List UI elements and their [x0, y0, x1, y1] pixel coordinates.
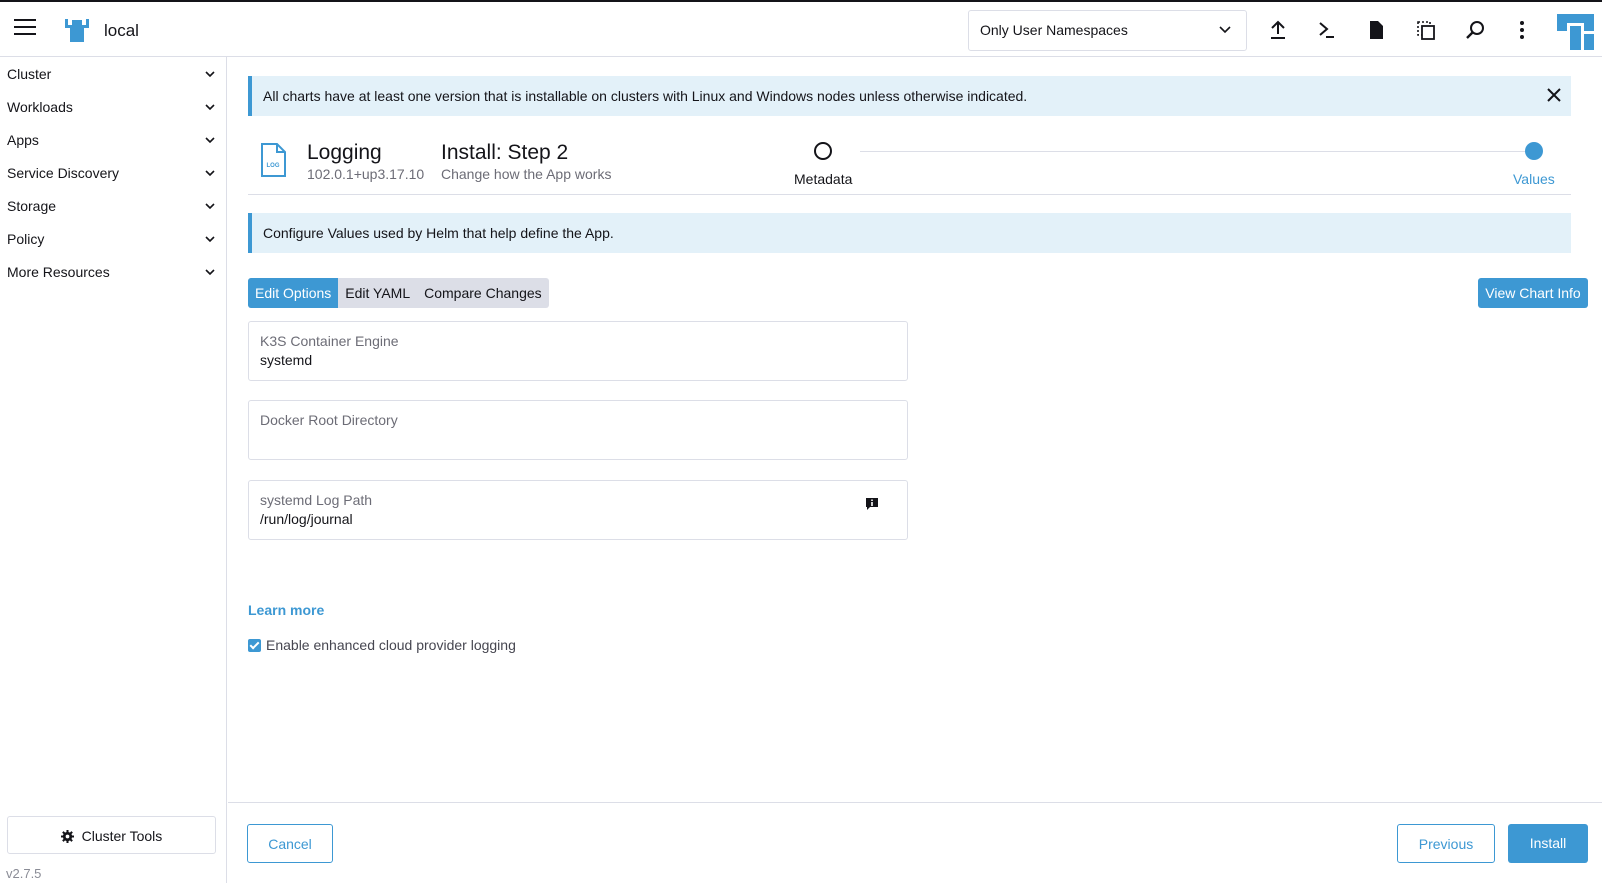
sidebar-item-more-resources[interactable]: More Resources — [0, 255, 226, 288]
kebab-icon[interactable] — [1510, 18, 1534, 42]
sidebar: Cluster Workloads Apps Service Discovery… — [0, 57, 227, 883]
step-title: Install: Step 2 — [441, 141, 569, 164]
cluster-tools-label: Cluster Tools — [81, 828, 163, 844]
upload-icon[interactable] — [1266, 18, 1290, 42]
sidebar-item-storage[interactable]: Storage — [0, 189, 226, 222]
namespace-select-value: Only User Namespaces — [980, 22, 1128, 38]
top-bar: local Only User Namespaces — [0, 0, 1602, 57]
info-banner: All charts have at least one version tha… — [248, 76, 1571, 116]
tab-group: Edit Options Edit YAML Compare Changes — [248, 278, 549, 308]
chevron-down-icon — [205, 104, 215, 111]
chart-name: Logging — [307, 141, 382, 164]
view-chart-info-button[interactable]: View Chart Info — [1478, 278, 1588, 308]
close-icon[interactable] — [1547, 88, 1561, 102]
field-label: systemd Log Path — [260, 492, 373, 508]
field-label: Docker Root Directory — [260, 412, 398, 428]
learn-more-link[interactable]: Learn more — [248, 602, 324, 618]
main-content: All charts have at least one version tha… — [228, 57, 1602, 883]
menu-icon[interactable] — [14, 19, 36, 39]
tab-compare-changes[interactable]: Compare Changes — [417, 278, 549, 308]
stepper-line — [860, 151, 1525, 152]
tab-edit-options[interactable]: Edit Options — [248, 278, 339, 308]
avatar[interactable] — [1557, 14, 1594, 50]
chart-icon-text: LOG — [267, 163, 280, 169]
banner-text: All charts have at least one version tha… — [263, 88, 1028, 104]
chevron-down-icon — [205, 71, 215, 78]
step-subtitle: Change how the App works — [441, 166, 612, 182]
sidebar-item-label: Policy — [7, 231, 45, 247]
version-label: v2.7.5 — [6, 866, 42, 881]
terminal-icon[interactable] — [1315, 18, 1339, 42]
sidebar-item-label: More Resources — [7, 264, 110, 280]
file-icon[interactable] — [1364, 18, 1388, 42]
sidebar-item-label: Apps — [7, 132, 39, 148]
footer: Cancel Previous Install — [228, 802, 1602, 883]
copy-icon[interactable] — [1414, 18, 1438, 42]
cluster-logo-icon[interactable] — [63, 16, 91, 44]
sidebar-item-label: Cluster — [7, 66, 52, 82]
chevron-down-icon — [205, 236, 215, 243]
sidebar-item-label: Storage — [7, 198, 57, 214]
cancel-button[interactable]: Cancel — [247, 824, 333, 863]
chevron-down-icon — [205, 170, 215, 177]
previous-button[interactable]: Previous — [1397, 824, 1495, 863]
systemd-log-path-field[interactable]: systemd Log Path /run/log/journal — [248, 480, 908, 540]
field-label: K3S Container Engine — [260, 333, 399, 349]
step-metadata-label[interactable]: Metadata — [794, 171, 852, 187]
helm-values-banner: Configure Values used by Helm that help … — [248, 213, 1571, 253]
field-value: systemd — [260, 352, 313, 368]
step-values-dot[interactable] — [1525, 142, 1543, 160]
step-values-label[interactable]: Values — [1513, 171, 1555, 187]
search-icon[interactable] — [1464, 18, 1488, 42]
cluster-name[interactable]: local — [104, 21, 139, 41]
sidebar-item-policy[interactable]: Policy — [0, 222, 226, 255]
step-metadata-dot[interactable] — [814, 142, 832, 160]
chevron-down-icon — [205, 137, 215, 144]
chevron-down-icon — [205, 203, 215, 210]
chevron-down-icon — [205, 269, 215, 276]
sidebar-item-service-discovery[interactable]: Service Discovery — [0, 156, 226, 189]
enhanced-logging-checkbox[interactable] — [248, 639, 261, 652]
field-value: /run/log/journal — [260, 511, 353, 527]
sidebar-item-apps[interactable]: Apps — [0, 123, 226, 156]
helm-banner-text: Configure Values used by Helm that help … — [263, 225, 614, 241]
chart-header: LOG Logging 102.0.1+up3.17.10 Install: S… — [248, 136, 1571, 195]
namespace-select[interactable]: Only User Namespaces — [968, 10, 1247, 51]
sidebar-item-workloads[interactable]: Workloads — [0, 90, 226, 123]
gear-icon — [60, 830, 74, 843]
cluster-tools-button[interactable]: Cluster Tools — [7, 816, 216, 854]
tab-edit-yaml[interactable]: Edit YAML — [338, 278, 417, 308]
chart-version: 102.0.1+up3.17.10 — [307, 166, 425, 182]
log-file-icon: LOG — [261, 143, 286, 177]
checkbox-label[interactable]: Enable enhanced cloud provider logging — [266, 637, 516, 653]
sidebar-item-label: Workloads — [7, 99, 73, 115]
sidebar-item-label: Service Discovery — [7, 165, 120, 181]
k3s-container-engine-field[interactable]: K3S Container Engine systemd — [248, 321, 908, 381]
sidebar-item-cluster[interactable]: Cluster — [0, 57, 226, 90]
info-icon[interactable] — [865, 497, 879, 511]
docker-root-directory-field[interactable]: Docker Root Directory — [248, 400, 908, 460]
install-button[interactable]: Install — [1508, 824, 1588, 863]
enhanced-logging-checkbox-row: Enable enhanced cloud provider logging — [248, 637, 516, 653]
chevron-down-icon — [1219, 26, 1231, 34]
